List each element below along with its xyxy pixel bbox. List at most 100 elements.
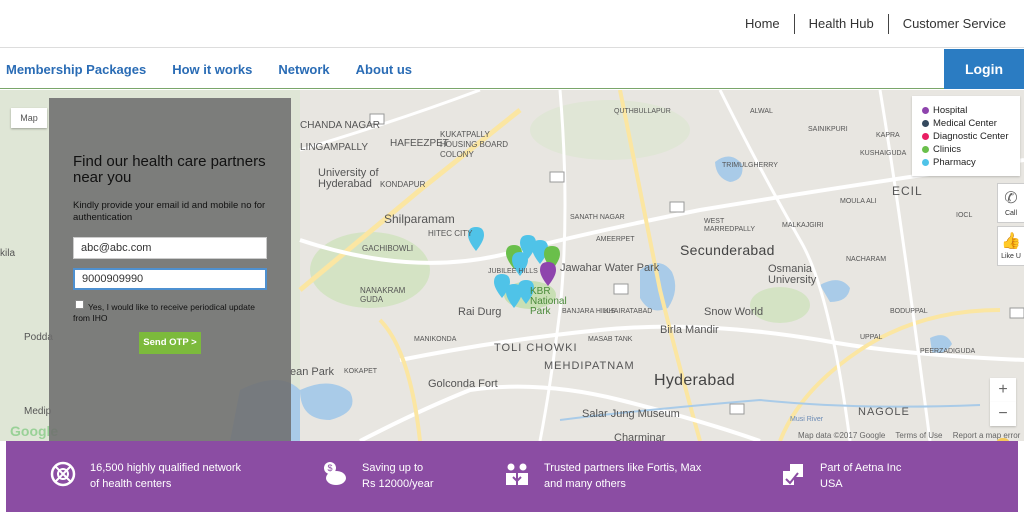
updates-checkbox-label: Yes, I would like to receive periodical … [73, 302, 255, 323]
map-label: BODUPPAL [890, 308, 928, 315]
map-label: NACHARAM [846, 256, 887, 263]
feature-line: Trusted partners like Fortis, Max [544, 462, 702, 474]
map-label: University of Hyderabad [318, 167, 379, 190]
panel-hint: Kindly provide your email id and mobile … [73, 200, 266, 223]
panel-title: Find our health care partners near you [73, 153, 266, 186]
legend-item[interactable]: Hospital [922, 104, 1010, 117]
legend-item[interactable]: Clinics [922, 143, 1010, 156]
like-label: Like U [1001, 253, 1021, 260]
map-label: PEERZADIGUDA [920, 348, 976, 355]
map-type-button[interactable]: Map [11, 108, 47, 128]
health-hub-link[interactable]: Health Hub [795, 14, 888, 34]
feature-line: and many others [544, 478, 626, 490]
zoom-out-button[interactable]: − [990, 402, 1016, 426]
map-label: ECIL [892, 184, 923, 198]
nav-membership-packages[interactable]: Membership Packages [6, 62, 146, 77]
like-widget[interactable]: 👍 Like U [997, 226, 1024, 266]
legend-label: Pharmacy [933, 157, 976, 168]
map-label: KHAIRATABAD [604, 308, 653, 315]
feature-item: Part of Aetna Inc USA [780, 461, 901, 492]
map-label: LINGAMPALLY [300, 142, 368, 153]
partners-icon [504, 461, 530, 487]
nav-how-it-works[interactable]: How it works [172, 62, 252, 77]
report-error-link[interactable]: Report a map error [953, 431, 1021, 440]
map-label: WEST MARREDPALLY [704, 218, 756, 233]
legend-item[interactable]: Pharmacy [922, 156, 1010, 169]
feature-line: USA [820, 478, 843, 490]
terms-link[interactable]: Terms of Use [895, 431, 942, 440]
utility-links: Home Health Hub Customer Service [731, 14, 1020, 34]
map-label: Rai Durg [458, 306, 502, 318]
zoom-in-button[interactable]: + [990, 378, 1016, 402]
map-label: Medip [24, 406, 52, 417]
map-legend: Hospital Medical Center Diagnostic Cente… [912, 96, 1020, 176]
email-field[interactable] [73, 237, 267, 259]
map-label: NANAKRAM GUDA [360, 286, 406, 304]
map-label: IOCL [956, 212, 973, 219]
feature-line: Saving up to [362, 462, 424, 474]
mobile-field[interactable] [73, 268, 267, 290]
map-footer: Map data ©2017 Google Terms of Use Repor… [798, 431, 1024, 440]
home-link[interactable]: Home [731, 14, 794, 34]
map-label: Musi River [790, 416, 824, 423]
map-label: Charminar [614, 432, 666, 441]
map-label: MALKAJGIRI [782, 222, 824, 229]
map-label: GACHIBOWLI [362, 244, 414, 253]
features-bar: 16,500 highly qualified network of health… [6, 441, 1018, 512]
legend-label: Medical Center [933, 118, 997, 129]
map-label: ean Park [290, 366, 335, 378]
map-label: KOKAPET [344, 368, 378, 375]
map-label: KUSHAIGUDA [860, 150, 907, 157]
map-label: MASAB TANK [588, 336, 633, 343]
svg-text:$: $ [327, 463, 332, 473]
map-label: JUBILEE HILLS [488, 268, 538, 275]
feature-line: Rs 12000/year [362, 478, 434, 490]
map-label: kila [0, 248, 16, 259]
thumbs-up-icon: 👍 [1001, 233, 1021, 250]
map-label: TRIMULGHERRY [722, 162, 778, 169]
aetna-icon [780, 461, 806, 487]
map-label: Salar Jung Museum [582, 408, 680, 420]
feature-item: Trusted partners like Fortis, Max and man… [504, 461, 701, 492]
medical-center-dot-icon [922, 120, 929, 127]
network-icon [50, 461, 76, 487]
call-widget[interactable]: ✆ Call [997, 183, 1024, 223]
map-label: KAPRA [876, 132, 900, 139]
map-label: Birla Mandir [660, 324, 719, 336]
login-button[interactable]: Login [944, 49, 1024, 89]
main-nav-bar: Membership Packages How it works Network… [0, 49, 1024, 89]
map-label: AMEERPET [596, 236, 635, 243]
map-label: SAINIKPURI [808, 126, 848, 133]
map-label: MOULA ALI [840, 198, 877, 205]
map-data-text: Map data ©2017 Google [798, 431, 886, 440]
map-label: KUKATPALLY HOUSING BOARD COLONY [440, 130, 509, 159]
legend-label: Clinics [933, 144, 961, 155]
legend-item[interactable]: Medical Center [922, 117, 1010, 130]
customer-service-link[interactable]: Customer Service [889, 14, 1020, 34]
nav-about-us[interactable]: About us [356, 62, 412, 77]
feature-line: of health centers [90, 478, 172, 490]
map-label: NAGOLE [858, 406, 910, 418]
send-otp-button[interactable]: Send OTP > [139, 332, 201, 354]
legend-item[interactable]: Diagnostic Center [922, 130, 1010, 143]
map-label: Secunderabad [680, 242, 775, 258]
map-label: MEHDIPATNAM [544, 360, 635, 372]
hospital-dot-icon [922, 107, 929, 114]
map-label: Golconda Fort [428, 378, 498, 390]
legend-label: Diagnostic Center [933, 131, 1009, 142]
map-label: Osmania University [768, 263, 817, 286]
map-label: SANATH NAGAR [570, 214, 625, 221]
clinics-dot-icon [922, 146, 929, 153]
diagnostic-center-dot-icon [922, 133, 929, 140]
map-label: HITEC CITY [428, 229, 473, 238]
map-label: KONDAPUR [380, 180, 426, 189]
map-label: MANIKONDA [414, 336, 457, 343]
savings-icon: $ [322, 461, 348, 487]
search-panel: Find our health care partners near you K… [49, 98, 291, 441]
phone-icon: ✆ [1004, 190, 1018, 207]
top-utility-bar: Home Health Hub Customer Service [0, 0, 1024, 48]
nav-network[interactable]: Network [278, 62, 329, 77]
call-label: Call [1004, 210, 1018, 217]
feature-line: 16,500 highly qualified network [90, 462, 242, 474]
feature-item: 16,500 highly qualified network of health… [50, 461, 241, 492]
